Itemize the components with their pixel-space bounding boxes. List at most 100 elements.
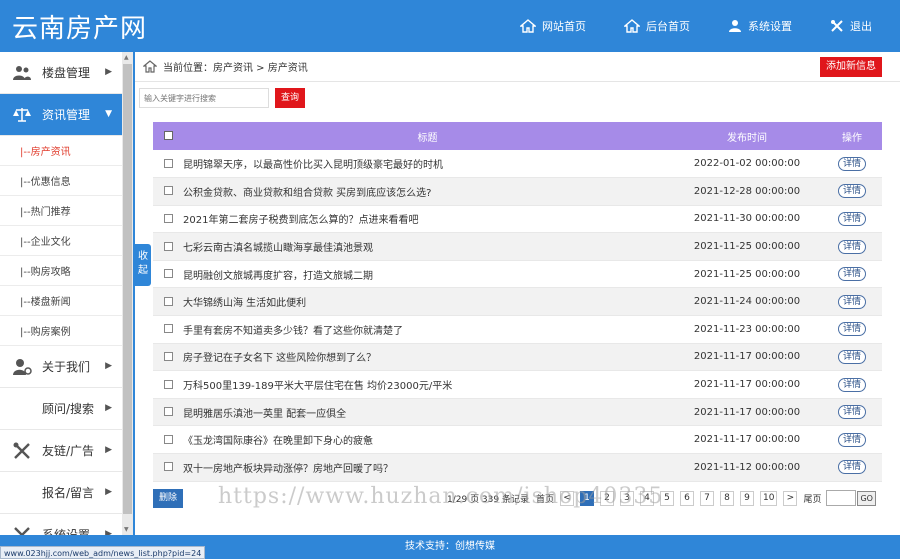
row-op-cell: 详情 [822, 370, 882, 399]
detail-button[interactable]: 详情 [837, 294, 866, 309]
table-row: 昆明融创文旅城再度扩容，打造文旅城二期 2021-11-25 00:00:00 详情 [153, 260, 882, 289]
row-op-cell: 详情 [822, 150, 882, 179]
pager-page-8[interactable]: 8 [720, 490, 734, 506]
sidebar-group-about[interactable]: 关于我们 ▶ [0, 346, 122, 388]
sidebar-group-signup[interactable]: 报名/留言 ▶ [0, 472, 122, 514]
pager-jump-input[interactable] [826, 490, 857, 506]
row-checkbox[interactable] [163, 407, 173, 417]
row-title[interactable]: 昆明雅居乐滇池一英里 配套一应俱全 [183, 398, 672, 427]
sidebar-item-news[interactable]: |--房产资讯 [0, 136, 122, 166]
delete-button[interactable]: 删除 [153, 489, 183, 508]
detail-button[interactable]: 详情 [837, 211, 866, 226]
row-checkbox[interactable] [163, 158, 173, 168]
row-select-cell [153, 232, 183, 261]
row-title[interactable]: 2021年第二套房子税费到底怎么算的？点进来看看吧 [183, 205, 672, 234]
row-checkbox[interactable] [163, 351, 173, 361]
sidebar-group-links[interactable]: 友链/广告 ▶ [0, 430, 122, 472]
pagination: 1/29 页 339 条记录 首页 < 1 2 3 4 5 6 7 8 9 10 > 尾页 GO [447, 490, 876, 506]
detail-button[interactable]: 详情 [837, 349, 866, 364]
table-row: 双十一房地产板块异动涨停？房地产回暖了吗？ 2021-11-12 00:00:00… [153, 453, 882, 482]
sidebar-item-cases[interactable]: |--购房案例 [0, 316, 122, 346]
users-icon [12, 63, 32, 83]
pager-page-6[interactable]: 6 [680, 490, 694, 506]
site-logo[interactable]: 云南房产网 [12, 8, 147, 45]
tools-icon [12, 441, 32, 461]
scroll-up-arrow-icon[interactable]: ▲ [124, 54, 129, 61]
detail-button[interactable]: 详情 [837, 405, 866, 420]
row-title[interactable]: 昆明融创文旅城再度扩容，打造文旅城二期 [183, 260, 672, 289]
pager-next[interactable]: > [783, 490, 798, 506]
row-checkbox[interactable] [163, 434, 173, 444]
scrollbar-thumb[interactable] [123, 64, 132, 514]
pager-page-9[interactable]: 9 [740, 490, 754, 506]
row-checkbox[interactable] [163, 241, 173, 251]
nav-logout[interactable]: 退出 [830, 18, 872, 34]
sidebar-item-culture[interactable]: |--企业文化 [0, 226, 122, 256]
detail-button[interactable]: 详情 [837, 239, 866, 254]
row-title[interactable]: 昆明锦翠天序，以最高性价比买入昆明顶级豪宅最好的时机 [183, 150, 672, 179]
sidebar-group-properties[interactable]: 楼盘管理 ▶ [0, 52, 122, 94]
home-icon [624, 19, 640, 33]
sidebar-item-property-news[interactable]: |--楼盘新闻 [0, 286, 122, 316]
sidebar-scrollbar[interactable]: ▲ ▼ [122, 52, 133, 535]
column-header-title: 标题 [183, 122, 672, 150]
row-select-cell [153, 177, 183, 206]
table-row: 《玉龙湾国际康谷》在晚里卸下身心的疲惫 2021-11-17 00:00:00 详情 [153, 425, 882, 455]
detail-button[interactable]: 详情 [837, 460, 866, 475]
row-title[interactable]: 大华锦绣山海 生活如此便利 [183, 287, 672, 317]
row-title[interactable]: 七彩云南古滇名城揽山瞰海享最佳滇池景观 [183, 232, 672, 261]
row-checkbox[interactable] [163, 296, 173, 306]
user-icon [729, 20, 741, 32]
row-checkbox[interactable] [163, 324, 173, 334]
search-input[interactable] [139, 88, 269, 108]
pager-page-1[interactable]: 1 [580, 490, 594, 506]
detail-button[interactable]: 详情 [837, 432, 866, 447]
nav-system-settings[interactable]: 系统设置 [728, 18, 792, 34]
sidebar-item-offers[interactable]: |--优惠信息 [0, 166, 122, 196]
pager-page-7[interactable]: 7 [700, 490, 714, 506]
row-title[interactable]: 《玉龙湾国际康谷》在晚里卸下身心的疲惫 [183, 425, 672, 455]
row-title[interactable]: 公积金贷款、商业贷款和组合贷款 买房到底应该怎么选? [183, 177, 672, 206]
pager-last[interactable]: 尾页 [803, 492, 821, 505]
pager-page-3[interactable]: 3 [620, 490, 634, 506]
row-checkbox[interactable] [163, 213, 173, 223]
sidebar-group-news[interactable]: 资讯管理 ▼ [0, 94, 122, 136]
row-time: 2021-11-30 00:00:00 [672, 205, 822, 234]
row-title[interactable]: 房子登记在子女名下 这些风险你想到了么？ [183, 343, 672, 372]
detail-button[interactable]: 详情 [837, 156, 866, 171]
nav-admin-home[interactable]: 后台首页 [624, 18, 690, 34]
sidebar-group-advisor[interactable]: 顾问/搜索 ▶ [0, 388, 122, 430]
nav-site-home[interactable]: 网站首页 [520, 18, 586, 34]
pager-go-button[interactable]: GO [857, 490, 876, 506]
row-title[interactable]: 万科500里139-189平米大平层住宅在售 均价23000元/平米 [183, 370, 672, 399]
row-checkbox[interactable] [163, 186, 173, 196]
add-new-button[interactable]: 添加新信息 [820, 57, 882, 77]
scroll-down-arrow-icon[interactable]: ▼ [124, 526, 129, 533]
pager-page-2[interactable]: 2 [600, 490, 614, 506]
detail-button[interactable]: 详情 [837, 377, 866, 392]
pager-page-4[interactable]: 4 [640, 490, 654, 506]
sidebar-group-label: 友链/广告 [42, 444, 95, 458]
detail-button[interactable]: 详情 [837, 267, 866, 282]
row-time: 2021-11-25 00:00:00 [672, 232, 822, 261]
row-select-cell [153, 150, 183, 179]
sidebar-item-guide[interactable]: |--购房攻略 [0, 256, 122, 286]
row-checkbox[interactable] [163, 269, 173, 279]
sidebar-item-hot[interactable]: |--热门推荐 [0, 196, 122, 226]
sidebar-group-system[interactable]: 系统设置 ▶ [0, 514, 122, 535]
row-select-cell [153, 425, 183, 455]
row-checkbox[interactable] [163, 379, 173, 389]
row-checkbox[interactable] [163, 462, 173, 472]
pager-page-5[interactable]: 5 [660, 490, 674, 506]
pager-prev[interactable]: < [560, 490, 574, 506]
sidebar-collapse-toggle[interactable]: 收起 [135, 244, 151, 286]
pager-first[interactable]: 首页 [536, 492, 554, 505]
detail-button[interactable]: 详情 [837, 184, 866, 199]
table-row: 公积金贷款、商业贷款和组合贷款 买房到底应该怎么选? 2021-12-28 00:… [153, 177, 882, 206]
row-title[interactable]: 手里有套房不知道卖多少钱？看了这些你就清楚了 [183, 315, 672, 344]
search-button[interactable]: 查询 [275, 88, 305, 108]
select-all-checkbox[interactable] [163, 131, 173, 140]
detail-button[interactable]: 详情 [837, 322, 866, 337]
pager-page-10[interactable]: 10 [760, 490, 778, 506]
row-title[interactable]: 双十一房地产板块异动涨停？房地产回暖了吗？ [183, 453, 672, 482]
